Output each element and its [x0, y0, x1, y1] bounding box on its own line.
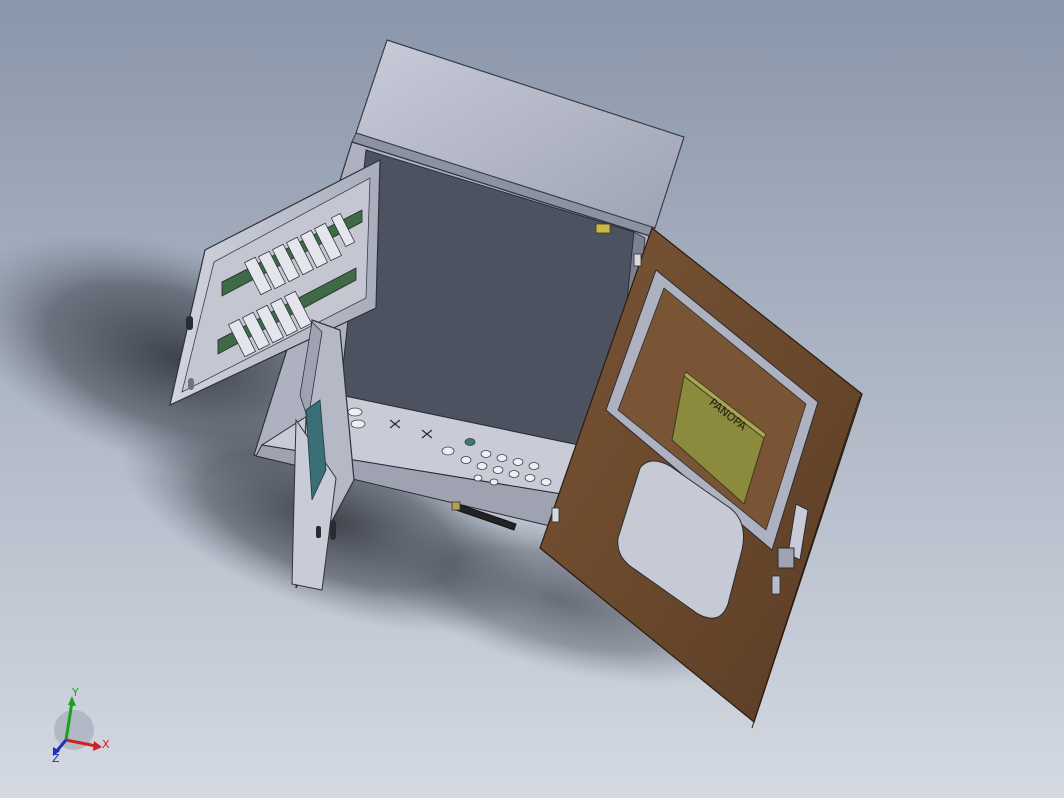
door-hinge-bottom — [551, 507, 560, 523]
cad-scene[interactable]: PANOPA — [0, 0, 1064, 798]
cad-viewport[interactable]: PANOPA Y X Z — [0, 0, 1064, 798]
triad-z-label: Z — [52, 752, 60, 764]
coordinate-triad: Y X Z — [52, 686, 110, 764]
door-hinge-top — [633, 253, 642, 267]
triad-x-label: X — [102, 738, 110, 751]
triad-y-label: Y — [71, 686, 79, 699]
